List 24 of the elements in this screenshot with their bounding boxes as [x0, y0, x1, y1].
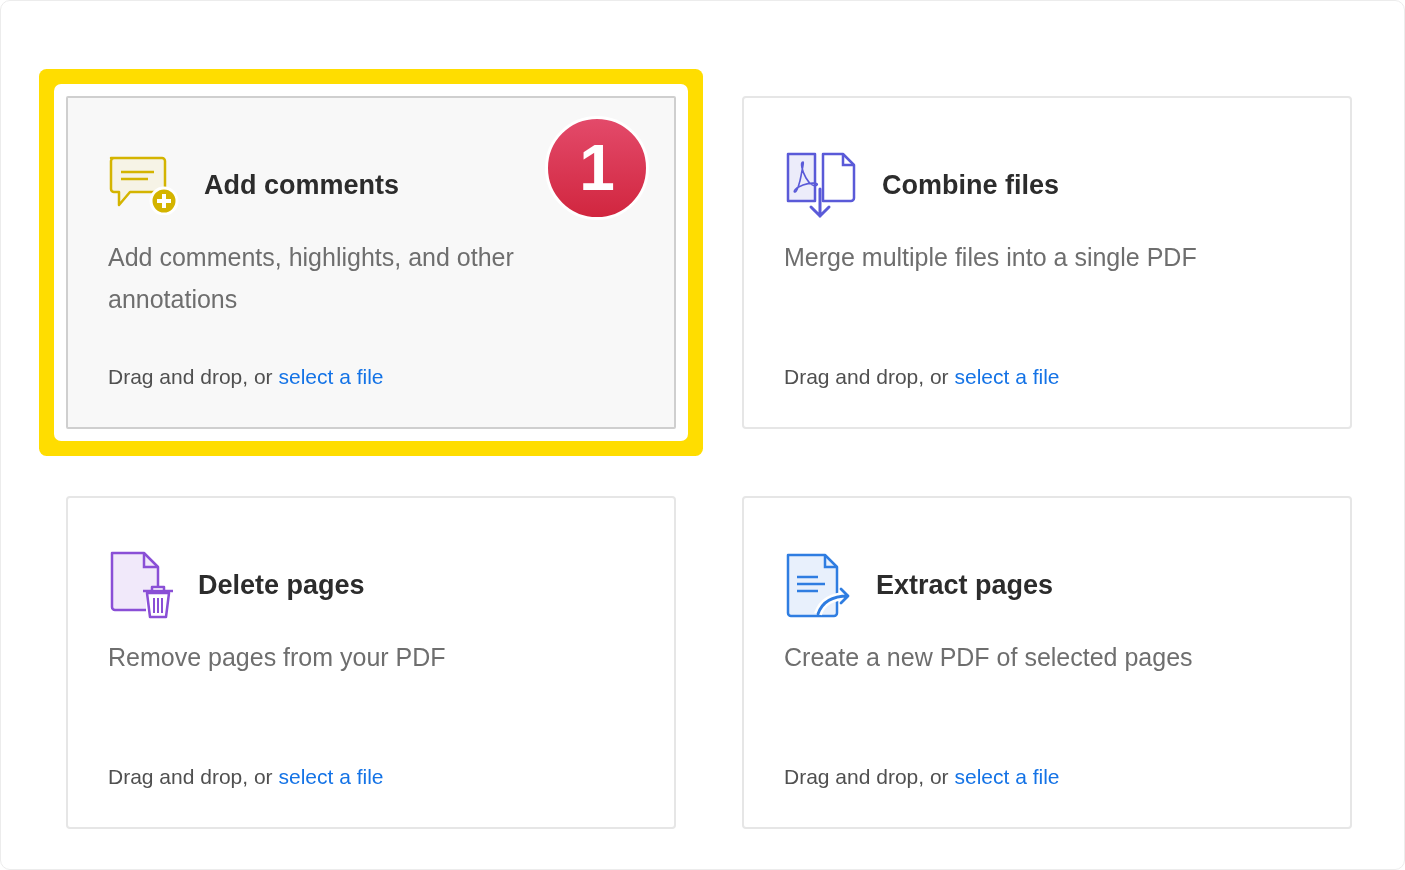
card-title: Extract pages [876, 569, 1054, 601]
card-description: Merge multiple files into a single PDF [784, 242, 1198, 273]
card-description: Remove pages from your PDF [108, 642, 447, 673]
select-file-link[interactable]: select a file [954, 365, 1060, 388]
tool-card[interactable]: Delete pages Remove pages from your PDF Drag and drop, or select a file [66, 496, 676, 829]
drop-hint: Drag and drop, or [784, 365, 949, 388]
card-description: Add comments, highlights, and other annotations [108, 242, 515, 315]
drop-hint: Drag and drop, or [784, 765, 949, 788]
select-file-link[interactable]: select a file [954, 765, 1060, 788]
document-arrow-icon [784, 552, 852, 618]
card-title: Combine files [882, 169, 1060, 201]
trash-document-icon [108, 550, 174, 620]
card-title: Delete pages [198, 569, 365, 601]
drop-hint: Drag and drop, or [108, 765, 273, 788]
comment-add-icon [108, 155, 180, 215]
card-title: Add comments [204, 169, 400, 201]
card-description: Create a new PDF of selected pages [784, 642, 1194, 673]
select-file-link[interactable]: select a file [278, 365, 384, 388]
tool-card[interactable]: Extract pages Create a new PDF of selected pages Drag and drop, or select a file [742, 496, 1352, 829]
step-badge: 1 [545, 116, 649, 220]
combine-files-icon [784, 151, 858, 219]
drop-hint: Drag and drop, or [108, 365, 273, 388]
tool-card[interactable]: Combine files Merge multiple files into a single PDF Drag and drop, or select a file [742, 96, 1352, 429]
select-file-link[interactable]: select a file [278, 765, 384, 788]
